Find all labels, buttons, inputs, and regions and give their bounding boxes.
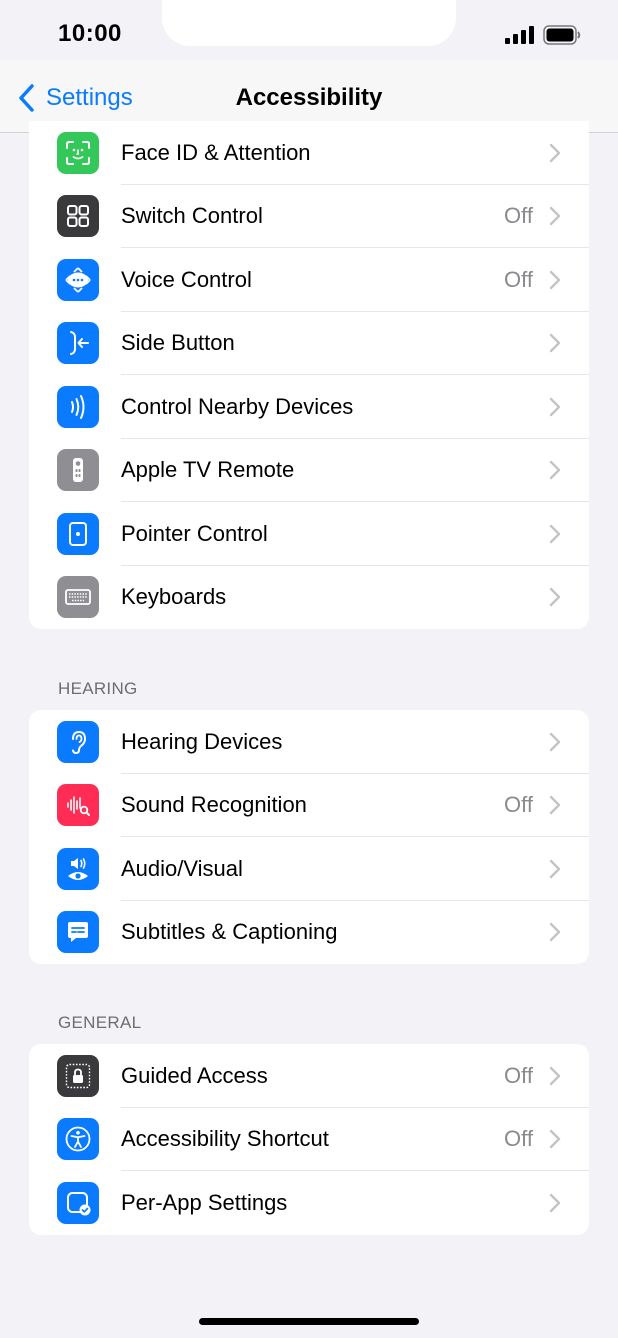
interaction-group: Face ID & Attention Switch Control Off V… [29,121,589,629]
row-label: Keyboards [121,584,227,610]
row-label: Accessibility Shortcut [121,1126,329,1152]
row-voice-control[interactable]: Voice Control Off [29,248,589,312]
chevron-right-icon [549,923,561,942]
row-label: Side Button [121,330,235,356]
row-value: Off [504,266,533,292]
row-switch-control[interactable]: Switch Control Off [29,185,589,248]
row-label: Per-App Settings [121,1189,288,1215]
row-label: Face ID & Attention [121,139,311,165]
row-accessibility-shortcut[interactable]: Accessibility Shortcut Off [29,1108,589,1171]
switch-control-icon [57,195,99,238]
pointer-control-icon [57,512,99,555]
row-label: Audio/Visual [121,855,243,881]
row-pointer-control[interactable]: Pointer Control [29,502,589,566]
row-label: Sound Recognition [121,792,307,818]
row-label: Control Nearby Devices [121,393,354,419]
accessibility-icon [57,1118,99,1161]
hearing-group: Hearing Devices Sound Recognition Off Au… [29,710,589,964]
battery-icon [543,25,581,45]
chevron-right-icon [549,334,561,353]
row-label: Voice Control [121,266,252,292]
chevron-right-icon [549,1066,561,1085]
per-app-icon [57,1181,99,1224]
nearby-devices-icon [57,385,99,428]
row-per-app-settings[interactable]: Per-App Settings [29,1171,589,1235]
chevron-right-icon [549,143,561,162]
section-header-general: GENERAL [58,1013,142,1032]
row-label: Subtitles & Captioning [121,919,338,945]
captions-icon [57,911,99,954]
lock-icon [57,1054,99,1097]
chevron-right-icon [549,207,561,226]
voice-control-icon [57,258,99,301]
screen-background: 10:00 Settings Accessibility Face ID & A… [0,0,618,1338]
chevron-right-icon [549,588,561,607]
chevron-right-icon [549,1130,561,1149]
row-guided-access[interactable]: Guided Access Off [29,1044,589,1108]
row-label: Switch Control [121,203,263,229]
tv-remote-icon [57,449,99,492]
row-apple-tv-remote[interactable]: Apple TV Remote [29,439,589,502]
face-id-icon [57,131,99,174]
audio-visual-icon [57,847,99,890]
row-keyboards[interactable]: Keyboards [29,566,589,630]
chevron-right-icon [549,859,561,878]
section-header-hearing: HEARING [58,679,138,698]
cellular-signal-icon [505,26,534,44]
keyboard-icon [57,576,99,619]
side-button-icon [57,322,99,365]
page-title: Accessibility [235,84,383,111]
row-sound-recognition[interactable]: Sound Recognition Off [29,774,589,837]
row-label: Hearing Devices [121,728,283,754]
chevron-right-icon [549,796,561,815]
chevron-right-icon [549,270,561,289]
row-value: Off [504,792,533,818]
row-label: Guided Access [121,1062,268,1088]
chevron-right-icon [549,524,561,543]
row-subtitles-captioning[interactable]: Subtitles & Captioning [29,901,589,965]
status-time: 10:00 [58,20,122,47]
general-group: Guided Access Off Accessibility Shortcut… [29,1044,589,1235]
row-label: Apple TV Remote [121,457,295,483]
row-value: Off [504,203,533,229]
chevron-right-icon [549,732,561,751]
row-control-nearby-devices[interactable]: Control Nearby Devices [29,375,589,439]
row-face-id-attention[interactable]: Face ID & Attention [29,121,589,185]
sound-recognition-icon [57,784,99,827]
chevron-right-icon [549,1193,561,1212]
chevron-right-icon [549,461,561,480]
row-value: Off [504,1126,533,1152]
status-bar: 10:00 [0,0,618,60]
notch [162,0,456,46]
chevron-right-icon [549,397,561,416]
row-audio-visual[interactable]: Audio/Visual [29,837,589,901]
row-value: Off [504,1062,533,1088]
row-side-button[interactable]: Side Button [29,312,589,375]
ear-icon [57,720,99,763]
row-hearing-devices[interactable]: Hearing Devices [29,710,589,774]
home-indicator[interactable] [199,1318,419,1325]
row-label: Pointer Control [121,520,268,546]
